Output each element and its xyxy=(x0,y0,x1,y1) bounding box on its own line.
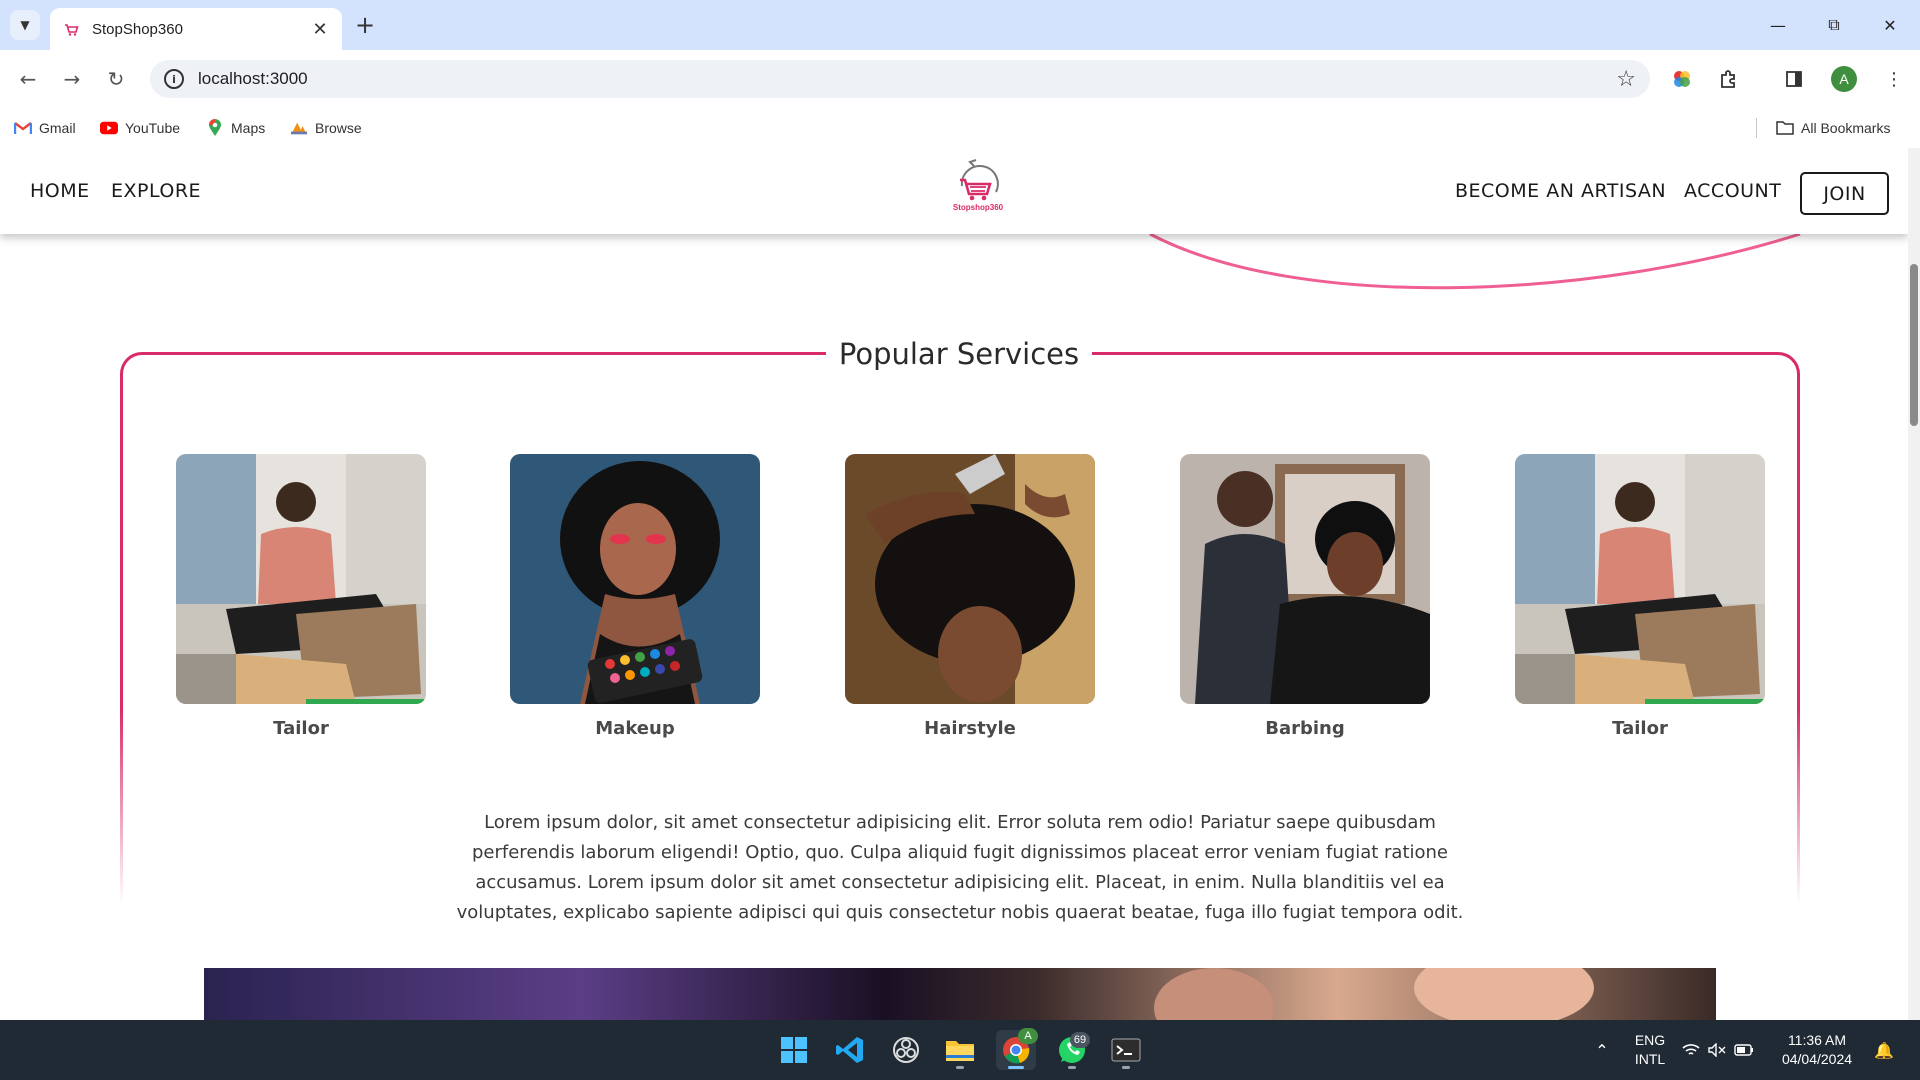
new-tab-button[interactable]: + xyxy=(350,10,380,40)
folder-icon xyxy=(1776,119,1794,137)
bookmark-label: Maps xyxy=(231,120,266,136)
running-indicator xyxy=(956,1066,964,1069)
hairstyle-photo xyxy=(845,454,1095,704)
browser-tab-strip: ▼ StopShop360 ✕ + — ⧉ ✕ xyxy=(0,0,1920,50)
color-extension-icon[interactable] xyxy=(1666,63,1698,95)
restore-button[interactable]: ⧉ xyxy=(1806,0,1862,50)
service-card-tailor-2[interactable]: Tailor xyxy=(1515,454,1765,739)
service-label: Hairstyle xyxy=(924,718,1016,739)
close-window-button[interactable]: ✕ xyxy=(1862,0,1918,50)
bookmark-browse[interactable]: Browse xyxy=(290,116,362,140)
tailor-photo xyxy=(176,454,426,704)
nav-home-link[interactable]: HOME xyxy=(30,180,90,202)
layout-label: INTL xyxy=(1634,1051,1666,1067)
running-indicator xyxy=(1068,1066,1076,1069)
bookmark-label: Browse xyxy=(315,120,362,136)
join-button[interactable]: JOIN xyxy=(1800,172,1889,215)
bookmark-maps[interactable]: Maps xyxy=(206,116,265,140)
site-logo[interactable]: Stopshop360 xyxy=(948,156,1008,218)
chevron-up-icon[interactable]: ⌃ xyxy=(1582,1030,1622,1070)
system-tray-icons[interactable] xyxy=(1676,1030,1760,1070)
promo-banner-image xyxy=(204,968,1716,1020)
speaker-muted-icon xyxy=(1708,1043,1726,1057)
address-bar[interactable]: i localhost:3000 ☆ xyxy=(150,60,1650,98)
clock-time: 11:36 AM xyxy=(1787,1032,1847,1048)
windows-taskbar: A 69 ⌃ ENG INTL 11:36 AM 04/04/2024 🔔 xyxy=(0,1020,1920,1080)
minimize-button[interactable]: — xyxy=(1750,0,1806,50)
service-label: Tailor xyxy=(273,718,329,739)
wifi-icon xyxy=(1682,1044,1700,1055)
language-label: ENG xyxy=(1634,1032,1666,1048)
active-indicator xyxy=(1008,1066,1024,1069)
gmail-icon xyxy=(14,119,32,137)
makeup-photo xyxy=(510,454,760,704)
maps-icon xyxy=(206,119,224,137)
tab-search-button[interactable]: ▼ xyxy=(10,10,40,40)
bookmarks-divider xyxy=(1756,118,1757,138)
whatsapp-notification-badge: 69 xyxy=(1070,1032,1090,1048)
extensions-puzzle-icon[interactable] xyxy=(1712,63,1744,95)
chevron-down-icon: ▼ xyxy=(20,18,30,32)
side-panel-icon[interactable] xyxy=(1778,63,1810,95)
page-viewport: HOME EXPLORE Stopshop360 BECOME AN ARTIS… xyxy=(0,148,1908,1020)
chrome-profile-badge: A xyxy=(1018,1028,1038,1044)
clock-date: 04/04/2024 xyxy=(1781,1051,1853,1067)
services-description: Lorem ipsum dolor, sit amet consectetur … xyxy=(456,812,1464,923)
all-bookmarks-button[interactable]: All Bookmarks xyxy=(1776,116,1890,140)
running-indicator xyxy=(1122,1066,1130,1069)
nav-explore-link[interactable]: EXPLORE xyxy=(111,180,201,202)
page-scrollbar[interactable] xyxy=(1908,148,1920,1020)
service-card-makeup[interactable]: Makeup xyxy=(510,454,760,739)
all-bookmarks-label: All Bookmarks xyxy=(1801,120,1891,136)
bookmark-label: YouTube xyxy=(125,120,181,136)
bookmark-label: Gmail xyxy=(39,120,76,136)
bookmark-youtube[interactable]: YouTube xyxy=(100,116,180,140)
pma-icon xyxy=(290,119,308,137)
nav-become-artisan-link[interactable]: BECOME AN ARTISAN xyxy=(1455,180,1666,202)
keyboard-language-indicator[interactable]: ENG INTL xyxy=(1628,1031,1672,1069)
file-explorer-icon[interactable] xyxy=(940,1030,980,1070)
service-label: Makeup xyxy=(595,718,675,739)
reload-icon[interactable]: ↻ xyxy=(100,63,132,95)
close-tab-icon[interactable]: ✕ xyxy=(310,19,330,40)
service-card-tailor[interactable]: Tailor xyxy=(176,454,426,739)
service-label: Tailor xyxy=(1612,718,1668,739)
browser-toolbar: ← → ↻ i localhost:3000 ☆ A ⋮ xyxy=(0,50,1920,108)
logo-text: Stopshop360 xyxy=(953,203,1004,212)
popular-services-title: Popular Services xyxy=(826,332,1092,376)
address-bar-url[interactable]: localhost:3000 xyxy=(198,69,308,89)
service-label: Barbing xyxy=(1265,718,1345,739)
youtube-icon xyxy=(100,119,118,137)
windows-start-icon[interactable] xyxy=(774,1030,814,1070)
site-info-icon[interactable]: i xyxy=(164,69,184,89)
forward-arrow-icon[interactable]: → xyxy=(56,63,88,95)
nav-account-link[interactable]: ACCOUNT xyxy=(1684,180,1781,202)
bookmark-gmail[interactable]: Gmail xyxy=(14,116,76,140)
site-header: HOME EXPLORE Stopshop360 BECOME AN ARTIS… xyxy=(0,148,1908,234)
profile-avatar[interactable]: A xyxy=(1828,63,1860,95)
clock[interactable]: 11:36 AM 04/04/2024 xyxy=(1774,1031,1860,1069)
scrollbar-thumb[interactable] xyxy=(1910,264,1918,426)
service-card-hairstyle[interactable]: Hairstyle xyxy=(845,454,1095,739)
terminal-icon[interactable] xyxy=(1106,1030,1146,1070)
profile-initial: A xyxy=(1831,66,1857,92)
kebab-menu-icon[interactable]: ⋮ xyxy=(1878,63,1910,95)
battery-icon xyxy=(1734,1044,1753,1056)
obs-icon[interactable] xyxy=(886,1030,926,1070)
bookmarks-bar: Gmail YouTube Maps Browse All Bookmarks xyxy=(0,108,1920,148)
barbing-photo xyxy=(1180,454,1430,704)
service-card-barbing[interactable]: Barbing xyxy=(1180,454,1430,739)
stopshop-favicon-icon xyxy=(62,20,80,38)
whatsapp-icon[interactable]: 69 xyxy=(1052,1030,1092,1070)
notification-bell-icon[interactable]: 🔔 xyxy=(1864,1030,1904,1070)
tab-title: StopShop360 xyxy=(92,20,183,38)
bookmark-star-icon[interactable]: ☆ xyxy=(1616,67,1636,92)
tailor-photo xyxy=(1515,454,1765,704)
vscode-icon[interactable] xyxy=(830,1030,870,1070)
chrome-taskbar-icon[interactable]: A xyxy=(996,1028,1038,1070)
browser-tab-active[interactable]: StopShop360 ✕ xyxy=(50,8,342,50)
back-arrow-icon[interactable]: ← xyxy=(12,63,44,95)
